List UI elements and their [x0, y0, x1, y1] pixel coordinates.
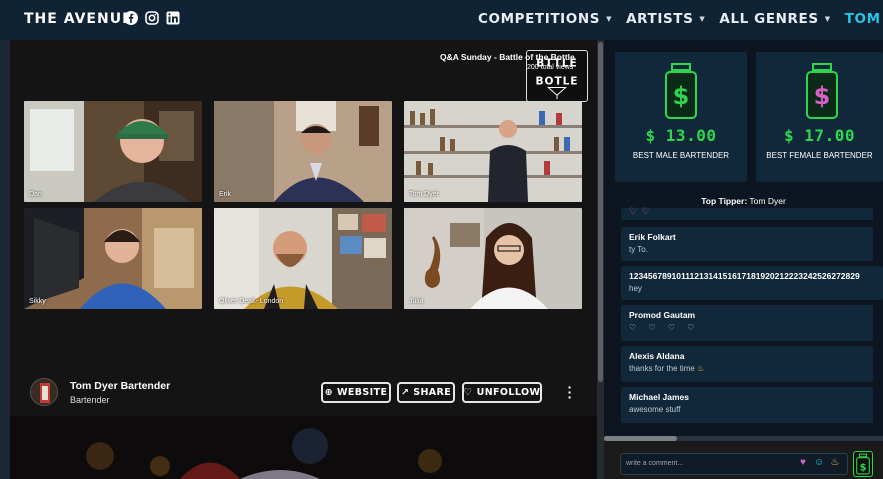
- award-label: BEST FEMALE BARTENDER: [766, 151, 873, 160]
- stream-title: Q&A Sunday - Battle of the Bottle: [440, 52, 575, 62]
- top-tipper: Top Tipper: Tom Dyer: [604, 196, 883, 206]
- video-tile[interactable]: Dan: [24, 101, 202, 202]
- profile-name: Tom Dyer Bartender: [70, 380, 171, 392]
- unfollow-button-label: UNFOLLOW: [476, 387, 541, 398]
- nav-artists[interactable]: ARTISTS ▼: [626, 11, 705, 27]
- chat-text-content: thanks for the time: [629, 364, 695, 373]
- chat-username: Erik Folkart: [629, 232, 676, 242]
- tip-jar-button[interactable]: $: [853, 451, 873, 477]
- nav-competitions[interactable]: COMPETITIONS ▼: [478, 11, 612, 27]
- caret-down-icon: ▼: [699, 15, 706, 23]
- video-tile[interactable]: Erik: [214, 101, 392, 202]
- heart-icon: ♡: [463, 387, 473, 398]
- profile-title: Bartender: [70, 395, 110, 405]
- left-edge-strip: [0, 40, 10, 479]
- money-bag-icon: ♨: [697, 364, 705, 373]
- more-options-icon[interactable]: · · ·: [566, 380, 574, 404]
- avatar[interactable]: [30, 378, 58, 406]
- website-button-label: WEBSITE: [337, 387, 388, 398]
- chat-text: ty To.: [629, 245, 648, 254]
- globe-icon: ⊕: [324, 387, 333, 398]
- chat-message: Erik Folkart ty To.: [621, 227, 873, 261]
- app-root: THE AVENUE COMPETITIONS ▼ ARTISTS ▼ ALL …: [0, 0, 883, 479]
- video-tile[interactable]: Tom Dyer: [404, 101, 582, 202]
- award-label: BEST MALE BARTENDER: [632, 151, 730, 160]
- tip-jar-icon: $: [806, 63, 838, 119]
- chat-message: Alexis Aldana thanks for the time ♨: [621, 346, 873, 382]
- share-button[interactable]: ↗ SHARE: [397, 382, 455, 403]
- top-tipper-name: Tom Dyer: [749, 196, 786, 206]
- share-icon: ↗: [400, 387, 410, 398]
- tip-card-male[interactable]: $ $ 13.00 BEST MALE BARTENDER: [615, 52, 747, 182]
- main-nav: COMPETITIONS ▼ ARTISTS ▼ ALL GENRES ▼ TO…: [478, 11, 883, 27]
- hero-image: [10, 416, 597, 479]
- money-bag-icon[interactable]: ♨: [830, 458, 840, 468]
- svg-text:$: $: [814, 82, 831, 110]
- view-count: 200 total views: [527, 64, 574, 71]
- video-tile[interactable]: Oliver Deak- London: [214, 208, 392, 309]
- social-links: [124, 11, 180, 25]
- top-tipper-label: Top Tipper:: [701, 196, 748, 206]
- tip-card-female[interactable]: $ $ 17.00 BEST FEMALE BARTENDER: [756, 52, 883, 182]
- nav-all-genres[interactable]: ALL GENRES ▼: [719, 11, 830, 27]
- nav-artists-label: ARTISTS: [626, 11, 694, 27]
- heart-icon: ♡♡: [629, 206, 656, 216]
- chat-text: hey: [629, 284, 642, 293]
- participant-name: Erik: [219, 191, 232, 198]
- video-tile[interactable]: Julia: [404, 208, 582, 309]
- svg-text:BOTLE: BOTLE: [536, 76, 579, 88]
- svg-text:$: $: [673, 82, 690, 110]
- participant-name: Tom Dyer: [409, 191, 439, 198]
- participant-name: Julia: [409, 298, 424, 305]
- video-tile[interactable]: Sikky: [24, 208, 202, 309]
- chat-message: Promod Gautam ♡ ♡ ♡ ♡: [621, 305, 873, 341]
- facebook-icon[interactable]: [124, 11, 138, 25]
- chat-message: 1234567891011121314151617181920212223242…: [621, 266, 883, 300]
- top-navbar: THE AVENUE COMPETITIONS ▼ ARTISTS ▼ ALL …: [0, 0, 883, 40]
- stage-scrollbar[interactable]: [597, 40, 604, 479]
- svg-text:$: $: [860, 462, 867, 473]
- tip-jar-icon: $: [665, 63, 697, 119]
- chat-text: ♡ ♡ ♡ ♡: [629, 323, 700, 332]
- participant-name: Dan: [29, 191, 42, 198]
- tip-jar-icon: $: [856, 453, 870, 475]
- website-button[interactable]: ⊕ WEBSITE: [321, 382, 391, 403]
- caret-down-icon: ▼: [824, 15, 831, 23]
- chat-username: Promod Gautam: [629, 310, 696, 320]
- tip-amount: $ 13.00: [645, 126, 717, 145]
- chat-username: Alexis Aldana: [629, 351, 685, 361]
- nav-competitions-label: COMPETITIONS: [478, 11, 601, 27]
- video-stage: [10, 40, 597, 370]
- chat-message: ♡♡: [621, 206, 873, 220]
- tip-amount: $ 17.00: [784, 126, 855, 145]
- chat-message: Michael James awesome stuff: [621, 387, 873, 423]
- share-button-label: SHARE: [413, 387, 452, 398]
- chat-username: 1234567891011121314151617181920212223242…: [629, 271, 860, 281]
- chat-username: Michael James: [629, 392, 690, 402]
- participant-name: Oliver Deak- London: [219, 298, 284, 305]
- linkedin-icon[interactable]: [166, 11, 180, 25]
- caret-down-icon: ▼: [606, 15, 613, 23]
- unfollow-button[interactable]: ♡ UNFOLLOW: [462, 382, 542, 403]
- nav-all-genres-label: ALL GENRES: [719, 11, 819, 27]
- nav-user-menu[interactable]: TOM DYER: [845, 11, 883, 27]
- chat-text: thanks for the time ♨: [629, 364, 865, 373]
- participant-name: Sikky: [29, 298, 46, 305]
- instagram-icon[interactable]: [145, 11, 159, 25]
- site-logo[interactable]: THE AVENUE: [24, 11, 133, 27]
- chat-text: awesome stuff: [629, 405, 681, 414]
- scrollbar-thumb[interactable]: [598, 42, 603, 382]
- emoji-icon[interactable]: ☺: [814, 458, 824, 468]
- heart-icon[interactable]: ♥: [798, 458, 808, 468]
